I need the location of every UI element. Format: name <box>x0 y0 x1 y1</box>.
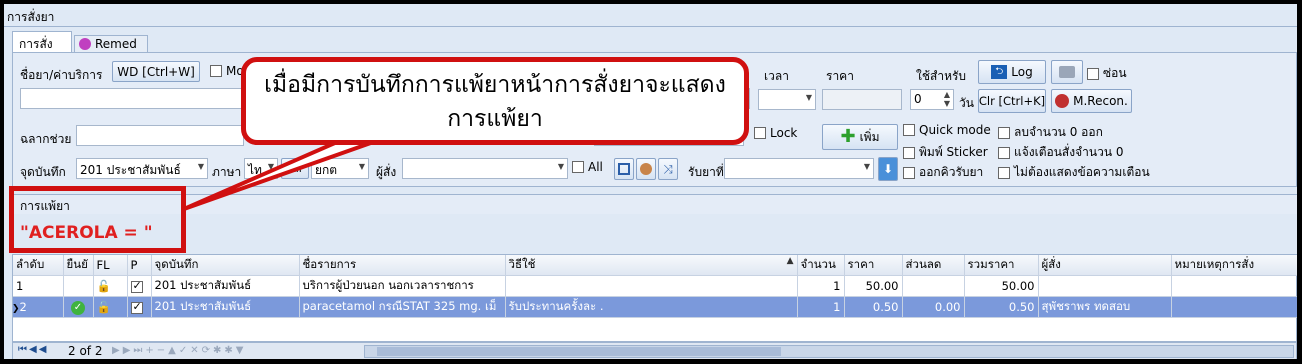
cell-orderer: สุพัชราพร ทดสอบ <box>1038 296 1172 318</box>
scrollbar-thumb[interactable] <box>377 347 781 356</box>
grid-header: ลำดับ ยืนยั FL P จุดบันทึก ชื่อรายการ วิ… <box>13 255 1297 276</box>
cell-item: paracetamol กรณีSTAT 325 mg. เม็ <box>299 296 506 318</box>
col-fl[interactable]: FL <box>93 255 128 276</box>
cell-discount <box>902 275 965 297</box>
cell-fl[interactable]: 🔓 <box>93 296 128 318</box>
cell-qty: 1 <box>797 275 845 297</box>
horizontal-scrollbar[interactable] <box>364 345 1294 358</box>
col-point[interactable]: จุดบันทึก <box>151 255 300 276</box>
cell-total: 0.50 <box>964 296 1039 318</box>
cell-no: 1 <box>13 275 64 297</box>
cell-note <box>1171 275 1297 297</box>
col-item[interactable]: ชื่อรายการ <box>299 255 506 276</box>
cell-point: 201 ประชาสัมพันธ์ <box>151 296 300 318</box>
lock-open-icon: 🔓 <box>96 300 111 314</box>
nav-first-prev-icon[interactable]: ⏮◀◀ <box>18 344 48 355</box>
table-row[interactable]: ❯2 ✓ 🔓 201 ประชาสัมพันธ์ paracetamol กรณ… <box>13 296 1297 318</box>
lock-open-icon: 🔓 <box>96 279 111 293</box>
table-row[interactable]: 1 🔓 201 ประชาสัมพันธ์ บริการผู้ป่วยนอก น… <box>13 275 1297 297</box>
col-discount[interactable]: ส่วนลด <box>902 255 965 276</box>
order-window: การสั่งยา การสั่งยา Remed ชื่อยา/ค่าบริก… <box>2 2 1299 361</box>
record-counter: 2 of 2 <box>68 344 103 358</box>
cell-fl[interactable]: 🔓 <box>93 275 128 297</box>
col-qty[interactable]: จำนวน <box>797 255 845 276</box>
cell-note <box>1171 296 1297 318</box>
cell-usage: รับประทานครั้งละ . <box>505 296 798 318</box>
sort-asc-icon: ▲ <box>786 256 794 266</box>
cell-no: ❯2 <box>13 296 64 318</box>
callout-box: เมื่อมีการบันทึกการแพ้ยาหน้าการสั่งยาจะแ… <box>241 57 749 145</box>
order-grid[interactable]: ลำดับ ยืนยั FL P จุดบันทึก ชื่อรายการ วิ… <box>12 254 1297 342</box>
col-p[interactable]: P <box>127 255 152 276</box>
col-price[interactable]: ราคา <box>844 255 903 276</box>
col-total[interactable]: รวมราคา <box>964 255 1039 276</box>
col-usage[interactable]: วิธีใช้ ▲ <box>505 255 798 276</box>
cell-total: 50.00 <box>964 275 1039 297</box>
cell-point: 201 ประชาสัมพันธ์ <box>151 275 300 297</box>
check-circle-icon: ✓ <box>71 301 85 315</box>
cell-confirm <box>63 275 94 297</box>
cell-confirm: ✓ <box>63 296 94 318</box>
cell-orderer <box>1038 275 1172 297</box>
cell-price: 50.00 <box>844 275 903 297</box>
p-checkbox[interactable] <box>130 279 143 293</box>
p-checkbox[interactable] <box>130 300 143 314</box>
cell-usage <box>505 275 798 297</box>
cell-discount: 0.00 <box>902 296 965 318</box>
cell-item: บริการผู้ป่วยนอก นอกเวลาราชการ <box>299 275 506 297</box>
cell-p[interactable] <box>127 296 152 318</box>
cell-price: 0.50 <box>844 296 903 318</box>
col-orderer[interactable]: ผู้สั่ง <box>1038 255 1172 276</box>
col-note[interactable]: หมายเหตุการสั่ง <box>1171 255 1297 276</box>
cell-qty: 1 <box>797 296 845 318</box>
cell-p[interactable] <box>127 275 152 297</box>
col-no[interactable]: ลำดับ <box>13 255 64 276</box>
nav-edit-icons[interactable]: ▶▶⏭+−▲✓✕⟳✱✱▼ <box>112 345 246 356</box>
col-confirm[interactable]: ยืนยั <box>63 255 94 276</box>
